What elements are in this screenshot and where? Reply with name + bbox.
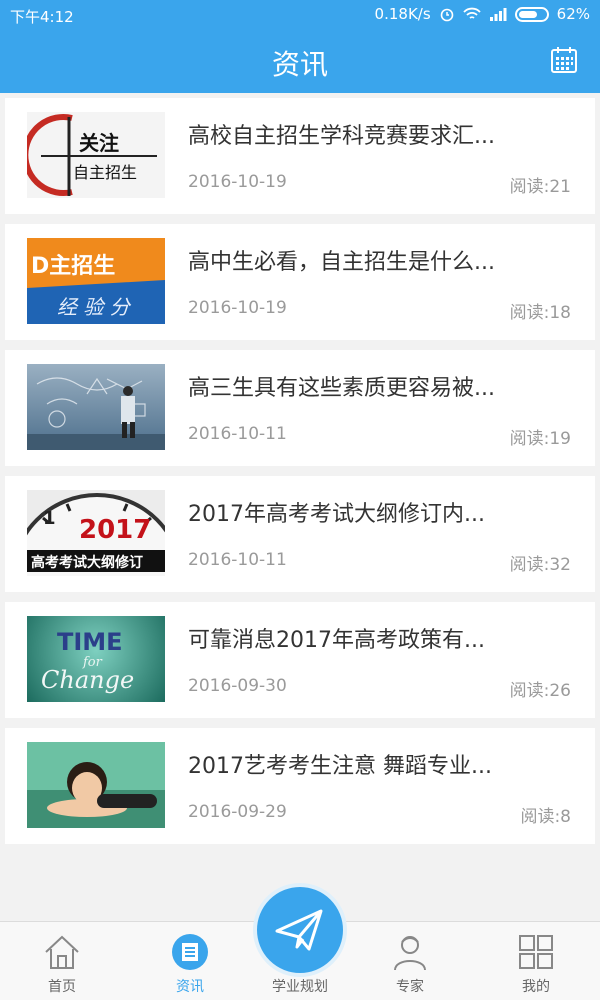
news-date: 2016-10-11 — [188, 550, 287, 570]
svg-text:2017: 2017 — [79, 515, 151, 545]
svg-text:关注: 关注 — [79, 131, 119, 155]
svg-text:经 验 分: 经 验 分 — [57, 295, 132, 319]
news-reads: 阅读:18 — [509, 303, 571, 323]
battery-icon — [514, 6, 549, 22]
academic-planning-button[interactable] — [253, 883, 347, 977]
svg-text:自主招生: 自主招生 — [73, 163, 137, 182]
status-time: 下午4:12 — [10, 8, 74, 26]
calendar-icon[interactable] — [550, 46, 578, 74]
svg-text:1: 1 — [43, 508, 56, 529]
svg-text:D主招生: D主招生 — [31, 254, 115, 279]
home-icon — [45, 935, 79, 969]
nav-mine-label: 我的 — [522, 979, 550, 995]
news-title: 2017年高考考试大纲修订内... — [188, 502, 485, 527]
nav-experts-label: 专家 — [396, 979, 424, 995]
paper-plane-icon — [275, 909, 323, 951]
news-item[interactable]: D主招生 经 验 分 高中生必看，自主招生是什么... 2016-10-19 阅… — [5, 224, 595, 340]
news-date: 2016-10-19 — [188, 172, 287, 192]
news-title: 高校自主招生学科竞赛要求汇... — [188, 124, 495, 149]
nav-mine[interactable]: 我的 — [486, 922, 586, 1000]
news-title: 高三生具有这些素质更容易被... — [188, 376, 495, 401]
news-reads: 阅读:19 — [509, 429, 571, 449]
news-thumbnail: TIME for Change — [27, 616, 165, 702]
news-reads: 阅读:32 — [509, 555, 571, 575]
nav-home[interactable]: 首页 — [12, 922, 112, 1000]
news-thumbnail: D主招生 经 验 分 — [27, 238, 165, 324]
svg-text:TIME: TIME — [57, 628, 123, 656]
news-item[interactable]: 高三生具有这些素质更容易被... 2016-10-11 阅读:19 — [5, 350, 595, 466]
signal-icon — [489, 8, 507, 21]
news-item[interactable]: TIME for Change 可靠消息2017年高考政策有... 2016-0… — [5, 602, 595, 718]
expert-icon — [394, 936, 426, 971]
academic-planning-label: 学业规划 — [272, 979, 328, 995]
nav-home-label: 首页 — [48, 979, 76, 995]
news-title: 高中生必看，自主招生是什么... — [188, 250, 495, 275]
news-date: 2016-10-19 — [188, 298, 287, 318]
news-icon — [172, 934, 208, 970]
network-speed: 0.18K/s — [374, 5, 431, 23]
news-thumbnail — [27, 364, 165, 450]
news-reads: 阅读:8 — [520, 807, 571, 827]
alarm-icon — [440, 8, 453, 22]
news-reads: 阅读:26 — [509, 681, 571, 701]
news-item[interactable]: 2017艺考考生注意 舞蹈专业... 2016-09-29 阅读:8 — [5, 728, 595, 844]
status-bar: 下午4:12 0.18K/s 62% — [0, 0, 600, 30]
news-thumbnail: 关注 自主招生 — [27, 112, 165, 198]
news-title: 2017艺考考生注意 舞蹈专业... — [188, 754, 492, 779]
news-item[interactable]: 关注 自主招生 高校自主招生学科竞赛要求汇... 2016-10-19 阅读:2… — [5, 98, 595, 214]
news-item[interactable]: 1 2017 高考考试大纲修订 2017年高考考试大纲修订内... 2016-1… — [5, 476, 595, 592]
wifi-icon — [463, 7, 481, 19]
grid-icon — [519, 935, 553, 969]
news-reads: 阅读:21 — [509, 177, 571, 197]
status-right: 0.18K/s 62% — [375, 5, 590, 23]
nav-experts[interactable]: 专家 — [360, 922, 460, 1000]
news-date: 2016-09-29 — [188, 802, 287, 822]
page-title: 资讯 — [271, 48, 328, 81]
nav-news[interactable]: 资讯 — [140, 922, 240, 1000]
news-thumbnail — [27, 742, 165, 828]
news-date: 2016-10-11 — [188, 424, 287, 444]
svg-text:高考考试大纲修订: 高考考试大纲修订 — [31, 554, 143, 571]
battery-percent: 62% — [556, 5, 590, 23]
news-thumbnail: 1 2017 高考考试大纲修订 — [27, 490, 165, 576]
svg-text:Change: Change — [41, 666, 134, 694]
news-title: 可靠消息2017年高考政策有... — [188, 628, 485, 653]
app-header-bar: 下午4:12 0.18K/s 62% 资讯 — [0, 0, 600, 93]
nav-news-label: 资讯 — [176, 979, 204, 995]
news-date: 2016-09-30 — [188, 676, 287, 696]
